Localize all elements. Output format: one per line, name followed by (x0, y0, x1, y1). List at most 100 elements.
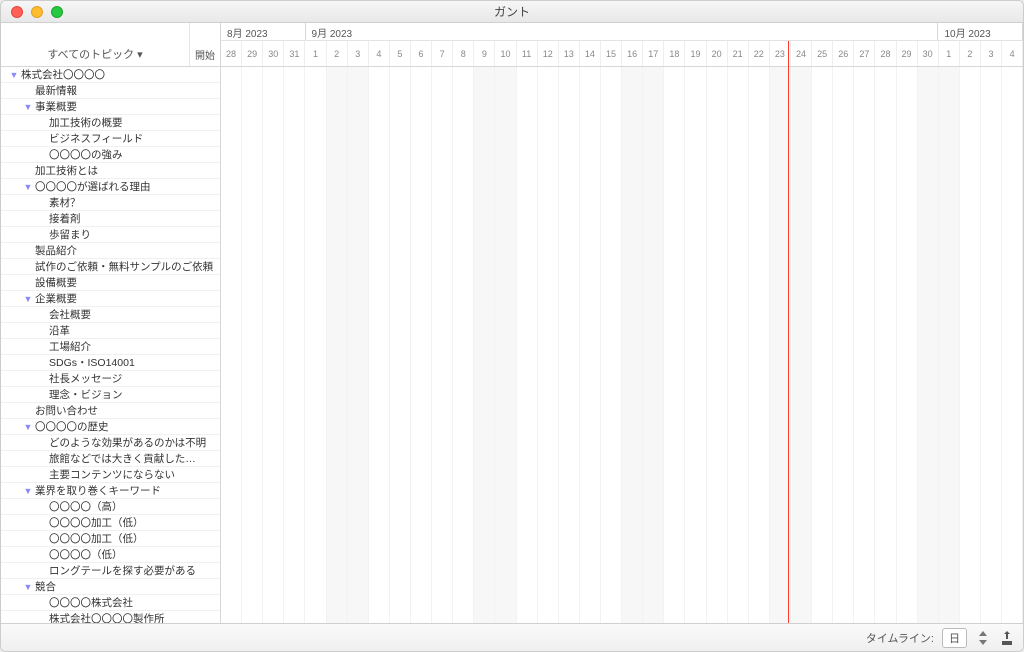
tree-row[interactable]: 〇〇〇〇の歴史 (1, 419, 220, 435)
grid-column (432, 67, 453, 623)
day-cell: 3 (981, 41, 1002, 66)
tree-row-label: どのような効果があるのかは不明 (49, 435, 206, 450)
tree-row[interactable]: 設備概要 (1, 275, 220, 291)
tree-row[interactable]: どのような効果があるのかは不明 (1, 435, 220, 451)
grid-column (918, 67, 939, 623)
tree-row-label: 社長メッセージ (49, 371, 122, 386)
tree-row[interactable]: お問い合わせ (1, 403, 220, 419)
tree-row[interactable]: 〇〇〇〇加工（低） (1, 515, 220, 531)
tree-row[interactable]: 競合 (1, 579, 220, 595)
disclosure-triangle-icon[interactable] (23, 102, 33, 112)
day-cell: 25 (812, 41, 833, 66)
tree-row[interactable]: 主要コンテンツにならない (1, 467, 220, 483)
tree-row-label: 理念・ビジョン (49, 387, 123, 402)
grid-column (411, 67, 432, 623)
tree-row[interactable]: 沿革 (1, 323, 220, 339)
day-cell: 14 (580, 41, 601, 66)
tree-row[interactable]: 製品紹介 (1, 243, 220, 259)
timeline-unit-select[interactable]: 日 (942, 628, 967, 648)
window-title: ガント (1, 3, 1023, 20)
disclosure-triangle-icon[interactable] (23, 486, 33, 496)
tree-row[interactable]: 〇〇〇〇株式会社 (1, 595, 220, 611)
grid-column (897, 67, 918, 623)
day-cell: 7 (432, 41, 453, 66)
tree-row[interactable]: ビジネスフィールド (1, 131, 220, 147)
tree-row[interactable]: 接着剤 (1, 211, 220, 227)
tree-row[interactable]: 歩留まり (1, 227, 220, 243)
tree-row[interactable]: 企業概要 (1, 291, 220, 307)
topic-filter-cell[interactable]: すべてのトピック ▾ (1, 23, 190, 66)
grid-column (812, 67, 833, 623)
tree-row[interactable]: ロングテールを探す必要がある (1, 563, 220, 579)
tree-row[interactable]: 株式会社〇〇〇〇製作所 (1, 611, 220, 623)
tree-row-label: 加工技術の概要 (49, 115, 123, 130)
timeline-grid[interactable] (221, 67, 1023, 623)
grid-column (305, 67, 326, 623)
topic-tree[interactable]: 株式会社〇〇〇〇最新情報事業概要加工技術の概要ビジネスフィールド〇〇〇〇の強み加… (1, 67, 220, 623)
tree-row[interactable]: 会社概要 (1, 307, 220, 323)
close-icon[interactable] (11, 6, 23, 18)
export-icon[interactable] (999, 630, 1015, 646)
tree-row[interactable]: SDGs・ISO14001 (1, 355, 220, 371)
tree-row-label: 会社概要 (49, 307, 91, 322)
tree-row[interactable]: 工場紹介 (1, 339, 220, 355)
tree-row-label: 接着剤 (49, 211, 81, 226)
stepper-icon[interactable] (975, 630, 991, 646)
day-cell: 24 (791, 41, 812, 66)
tree-row[interactable]: 旅館などでは大きく貢献した… (1, 451, 220, 467)
tree-row[interactable]: 素材？ (1, 195, 220, 211)
tree-row[interactable]: 〇〇〇〇（高） (1, 499, 220, 515)
tree-row[interactable]: 〇〇〇〇加工（低） (1, 531, 220, 547)
tree-row[interactable]: 社長メッセージ (1, 371, 220, 387)
tree-row[interactable]: 事業概要 (1, 99, 220, 115)
disclosure-triangle-icon[interactable] (23, 182, 33, 192)
day-cell: 30 (263, 41, 284, 66)
tree-row-label: お問い合わせ (35, 403, 98, 418)
tree-row[interactable]: 加工技術の概要 (1, 115, 220, 131)
titlebar[interactable]: ガント (1, 1, 1023, 23)
grid-column (749, 67, 770, 623)
tree-row-label: 加工技術とは (35, 163, 98, 178)
timeline-area[interactable]: 8月 20239月 202310月 2023 28293031123456789… (221, 23, 1023, 623)
grid-column (707, 67, 728, 623)
day-cell: 5 (390, 41, 411, 66)
tree-row-label: 〇〇〇〇の歴史 (35, 419, 109, 434)
tree-row[interactable]: 〇〇〇〇の強み (1, 147, 220, 163)
grid-column (517, 67, 538, 623)
tree-row-label: 工場紹介 (49, 339, 91, 354)
day-cell: 3 (348, 41, 369, 66)
tree-row-label: ロングテールを探す必要がある (49, 563, 196, 578)
tree-row[interactable]: 業界を取り巻くキーワード (1, 483, 220, 499)
day-cell: 20 (707, 41, 728, 66)
grid-column (453, 67, 474, 623)
tree-row-label: 〇〇〇〇加工（低） (49, 515, 144, 530)
tree-row[interactable]: 試作のご依頼・無料サンプルのご依頼 (1, 259, 220, 275)
month-row: 8月 20239月 202310月 2023 (221, 23, 1023, 41)
grid-column (1002, 67, 1023, 623)
tree-row[interactable]: 最新情報 (1, 83, 220, 99)
tree-row-label: 事業概要 (35, 99, 77, 114)
grid-column (728, 67, 749, 623)
grid-column (580, 67, 601, 623)
grid-column (474, 67, 495, 623)
tree-row-label: 株式会社〇〇〇〇製作所 (49, 611, 165, 623)
tree-row-label: 〇〇〇〇加工（低） (49, 531, 144, 546)
disclosure-triangle-icon[interactable] (23, 582, 33, 592)
zoom-icon[interactable] (51, 6, 63, 18)
minimize-icon[interactable] (31, 6, 43, 18)
day-cell: 12 (538, 41, 559, 66)
disclosure-triangle-icon[interactable] (23, 294, 33, 304)
tree-row[interactable]: 〇〇〇〇が選ばれる理由 (1, 179, 220, 195)
day-cell: 19 (685, 41, 706, 66)
disclosure-triangle-icon[interactable] (23, 422, 33, 432)
tree-row[interactable]: 株式会社〇〇〇〇 (1, 67, 220, 83)
tree-row[interactable]: 理念・ビジョン (1, 387, 220, 403)
footer: タイムライン: 日 (1, 623, 1023, 651)
tree-row[interactable]: 加工技術とは (1, 163, 220, 179)
tree-row[interactable]: 〇〇〇〇（低） (1, 547, 220, 563)
grid-column (559, 67, 580, 623)
disclosure-triangle-icon[interactable] (9, 70, 19, 80)
tree-row-label: ビジネスフィールド (49, 131, 143, 146)
day-cell: 13 (559, 41, 580, 66)
day-cell: 2 (327, 41, 348, 66)
